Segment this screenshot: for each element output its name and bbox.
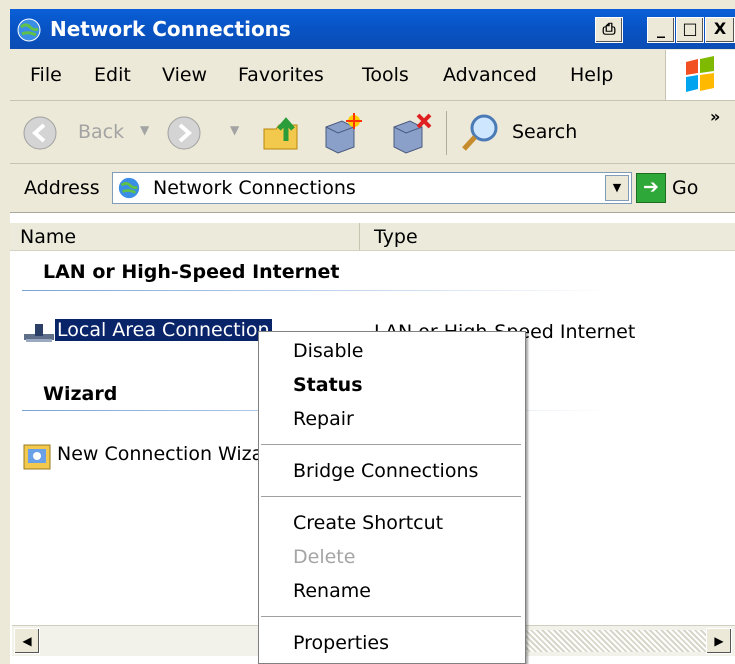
menu-edit[interactable]: Edit: [94, 64, 131, 86]
menu-item-rename[interactable]: Rename: [293, 580, 371, 602]
menu-separator: [261, 496, 521, 497]
search-icon[interactable]: [458, 111, 502, 155]
forward-arrow-icon[interactable]: [166, 115, 202, 151]
back-dropdown-icon[interactable]: ▼: [140, 123, 149, 137]
group-title-lan: LAN or High-Speed Internet: [43, 261, 340, 283]
group-divider: [22, 290, 612, 291]
network-adapter-icon: [24, 324, 54, 342]
window-title: Network Connections: [50, 17, 291, 41]
search-button-label[interactable]: Search: [512, 121, 577, 143]
address-label: Address: [24, 177, 100, 199]
menu-advanced[interactable]: Advanced: [443, 64, 537, 86]
menu-separator: [261, 616, 521, 617]
context-menu: Disable Status Repair Bridge Connections…: [258, 331, 526, 664]
wizard-icon: [23, 444, 51, 470]
close-button[interactable]: X: [705, 17, 735, 43]
toolbar-overflow-chevron-icon[interactable]: »: [710, 107, 720, 126]
wizard-name: New Connection Wizard: [57, 443, 283, 465]
print-icon[interactable]: ⎙: [595, 17, 623, 43]
windows-logo-icon: [665, 50, 735, 100]
minimize-button[interactable]: _: [647, 17, 675, 43]
delete-connection-icon[interactable]: [388, 111, 434, 155]
column-header-name[interactable]: Name: [10, 223, 360, 251]
address-value: Network Connections: [153, 177, 356, 199]
scroll-right-icon[interactable]: ▶: [706, 628, 732, 654]
go-arrow-icon[interactable]: ➔: [636, 173, 666, 203]
address-dropdown-icon[interactable]: ▼: [605, 175, 629, 201]
address-bar: Address Network Connections ▼ ➔ Go: [10, 164, 735, 213]
toolbar: Back ▼ ▼ Search »: [10, 101, 735, 164]
group-title-wizard: Wizard: [43, 383, 118, 405]
maximize-button[interactable]: □: [676, 17, 704, 43]
menu-tools[interactable]: Tools: [362, 64, 409, 86]
menu-file[interactable]: File: [30, 64, 62, 86]
connection-name: Local Area Connection: [55, 319, 272, 341]
menu-favorites[interactable]: Favorites: [238, 64, 324, 86]
up-folder-icon[interactable]: [260, 111, 302, 153]
toolbar-separator: [446, 111, 447, 155]
column-header-type[interactable]: Type: [360, 223, 735, 251]
new-connection-icon[interactable]: [320, 111, 364, 155]
forward-dropdown-icon[interactable]: ▼: [230, 123, 239, 137]
menu-view[interactable]: View: [162, 64, 207, 86]
menu-bar: File Edit View Favorites Tools Advanced …: [10, 50, 735, 101]
menu-separator: [261, 444, 521, 445]
address-input[interactable]: Network Connections ▼: [112, 172, 632, 204]
network-globe-icon: [17, 18, 41, 42]
network-globe-icon: [118, 177, 140, 199]
menu-item-properties[interactable]: Properties: [293, 632, 389, 654]
title-bar[interactable]: Network Connections ⎙ _ □ X: [10, 9, 735, 49]
menu-item-bridge-connections[interactable]: Bridge Connections: [293, 460, 478, 482]
menu-item-delete: Delete: [293, 546, 356, 568]
menu-item-status[interactable]: Status: [293, 374, 363, 396]
network-connections-window: Network Connections ⎙ _ □ X File Edit Vi…: [0, 0, 735, 664]
back-arrow-icon[interactable]: [22, 115, 58, 151]
go-button-label[interactable]: Go: [672, 177, 698, 199]
scroll-track[interactable]: [512, 630, 712, 652]
menu-item-create-shortcut[interactable]: Create Shortcut: [293, 512, 443, 534]
back-button-label[interactable]: Back: [78, 121, 124, 143]
menu-item-disable[interactable]: Disable: [293, 340, 363, 362]
scroll-left-icon[interactable]: ◀: [14, 628, 40, 654]
menu-item-repair[interactable]: Repair: [293, 408, 354, 430]
menu-help[interactable]: Help: [570, 64, 613, 86]
